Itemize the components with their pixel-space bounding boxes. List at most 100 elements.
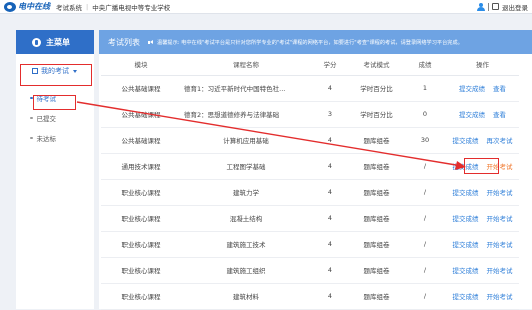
sidebar-group-label: 我的考试: [41, 67, 69, 75]
module-cell: 职业核心课程: [101, 283, 181, 310]
sidebar-item-submitted[interactable]: 已提交: [16, 108, 94, 128]
table-row: 公共基础课程 德育2：思想道德修养与法律基础 3 学时百分比 0 提交成绩 查看: [101, 101, 519, 128]
logout-link[interactable]: 退出登录: [502, 2, 528, 12]
sidebar-item-failed[interactable]: 未达标: [16, 128, 94, 148]
course-cell: 建筑力学: [181, 179, 311, 206]
module-cell: 通用技术课程: [101, 153, 181, 180]
ops-cell: 提交成绩 开始考试: [446, 179, 519, 206]
mode-cell: 学时百分比: [349, 101, 404, 128]
column-header: 模块: [101, 54, 181, 76]
table-row: 公共基础课程 德育1：习近平新时代中国特色社... 4 学时百分比 1 提交成绩…: [101, 75, 519, 102]
sidebar-item-pending[interactable]: 待考试: [16, 88, 94, 108]
submit-score-link[interactable]: 提交成绩: [453, 163, 479, 171]
system-name: 考试系统: [56, 3, 82, 12]
submit-score-link[interactable]: 提交成绩: [453, 293, 479, 301]
ops-cell: 提交成绩 开始考试: [446, 283, 519, 310]
module-cell: 职业核心课程: [101, 205, 181, 232]
bullet-icon: [30, 136, 33, 140]
sidebar: 主菜单 我的考试 待考试 已提交 未达标: [16, 30, 94, 309]
menu-icon: [32, 37, 41, 47]
score-cell: /: [404, 205, 446, 232]
start-exam-link[interactable]: 开始考试: [487, 163, 513, 171]
credit-cell: 4: [311, 179, 349, 206]
submit-score-link[interactable]: 提交成绩: [453, 137, 479, 145]
submit-score-link[interactable]: 提交成绩: [453, 189, 479, 197]
sidebar-item-label: 已提交: [36, 115, 57, 123]
score-cell: /: [404, 179, 446, 206]
bullet-icon: [30, 116, 33, 120]
submit-score-link[interactable]: 提交成绩: [453, 215, 479, 223]
course-cell: 建筑施工组织: [181, 257, 311, 284]
mode-cell: 题库组卷: [349, 127, 404, 154]
column-header: 操作: [446, 54, 519, 76]
submit-score-link[interactable]: 提交成绩: [459, 111, 485, 119]
school-name: 中央广播电视中等专业学校: [92, 3, 171, 12]
ops-cell: 提交成绩 再次考试: [446, 127, 519, 154]
retake-exam-link[interactable]: 再次考试: [487, 137, 513, 145]
module-cell: 职业核心课程: [101, 257, 181, 284]
module-cell: 公共基础课程: [101, 75, 181, 102]
submit-score-link[interactable]: 提交成绩: [459, 85, 485, 93]
panel-header: 考试列表 温馨提示: 电中在线"考试平台是只针对您所学专业的"考试"课程的网络平…: [99, 30, 532, 54]
sidebar-item-label: 未达标: [36, 135, 57, 143]
submit-score-link[interactable]: 提交成绩: [453, 267, 479, 275]
score-cell: 1: [404, 75, 446, 102]
title-separator: |: [86, 2, 89, 11]
credit-cell: 3: [311, 101, 349, 128]
top-bar: 电中在线 考试系统 | 中央广播电视中等专业学校 退出登录: [0, 0, 532, 14]
credit-cell: 4: [311, 127, 349, 154]
score-cell: 30: [404, 127, 446, 154]
start-exam-link[interactable]: 开始考试: [487, 189, 513, 197]
credit-cell: 4: [311, 205, 349, 232]
notice-text: 温馨提示: 电中在线"考试平台是只针对您所学专业的"考试"课程的网络平台，如要进…: [157, 39, 463, 46]
course-cell: 工程图学基础: [181, 153, 311, 180]
mode-cell: 题库组卷: [349, 205, 404, 232]
mode-cell: 学时百分比: [349, 75, 404, 102]
exam-list-panel: 考试列表 温馨提示: 电中在线"考试平台是只针对您所学专业的"考试"课程的网络平…: [99, 30, 532, 310]
module-cell: 公共基础课程: [101, 127, 181, 154]
mode-cell: 题库组卷: [349, 179, 404, 206]
view-link[interactable]: 查看: [493, 85, 506, 93]
score-cell: /: [404, 231, 446, 258]
ops-cell: 提交成绩 开始考试: [446, 257, 519, 284]
column-header: 成绩: [404, 54, 446, 76]
table-header-row: 模块 课程名称 学分 考试模式 成绩 操作: [101, 54, 519, 76]
table-row: 公共基础课程 计算机应用基础 4 题库组卷 30 提交成绩 再次考试: [101, 127, 519, 154]
ops-cell: 提交成绩 查看: [446, 101, 519, 128]
course-cell: 德育1：习近平新时代中国特色社...: [181, 75, 311, 102]
caret-down-icon: [73, 69, 77, 73]
course-cell: 德育2：思想道德修养与法律基础: [181, 101, 311, 128]
ops-cell: 提交成绩 开始考试: [446, 205, 519, 232]
table-row: 职业核心课程 混凝土结构 4 题库组卷 / 提交成绩 开始考试: [101, 205, 519, 232]
sidebar-group-my-exam[interactable]: 我的考试: [22, 62, 88, 80]
column-header: 考试模式: [349, 54, 404, 76]
user-icon[interactable]: [477, 2, 485, 11]
mode-cell: 题库组卷: [349, 153, 404, 180]
module-cell: 公共基础课程: [101, 101, 181, 128]
logo[interactable]: 电中在线: [4, 1, 50, 12]
start-exam-link[interactable]: 开始考试: [487, 293, 513, 301]
sidebar-item-label: 待考试: [36, 95, 57, 103]
module-cell: 职业核心课程: [101, 231, 181, 258]
start-exam-link[interactable]: 开始考试: [487, 241, 513, 249]
credit-cell: 4: [311, 153, 349, 180]
mode-cell: 题库组卷: [349, 231, 404, 258]
course-cell: 建筑材料: [181, 283, 311, 310]
logo-icon: [4, 1, 16, 12]
mode-cell: 题库组卷: [349, 283, 404, 310]
start-exam-link[interactable]: 开始考试: [487, 267, 513, 275]
sidebar-submenu: 待考试 已提交 未达标: [16, 88, 94, 148]
submit-score-link[interactable]: 提交成绩: [453, 241, 479, 249]
panel-title: 考试列表: [108, 37, 140, 47]
logout-icon[interactable]: [492, 3, 499, 10]
ops-cell: 提交成绩 查看: [446, 75, 519, 102]
mode-cell: 题库组卷: [349, 257, 404, 284]
course-cell: 计算机应用基础: [181, 127, 311, 154]
divider: [488, 2, 489, 11]
table-row: 职业核心课程 建筑施工组织 4 题库组卷 / 提交成绩 开始考试: [101, 257, 519, 284]
table-row: 通用技术课程 工程图学基础 4 题库组卷 / 提交成绩 开始考试: [101, 153, 519, 180]
credit-cell: 4: [311, 75, 349, 102]
view-link[interactable]: 查看: [493, 111, 506, 119]
start-exam-link[interactable]: 开始考试: [487, 215, 513, 223]
bullet-icon: [30, 96, 33, 100]
